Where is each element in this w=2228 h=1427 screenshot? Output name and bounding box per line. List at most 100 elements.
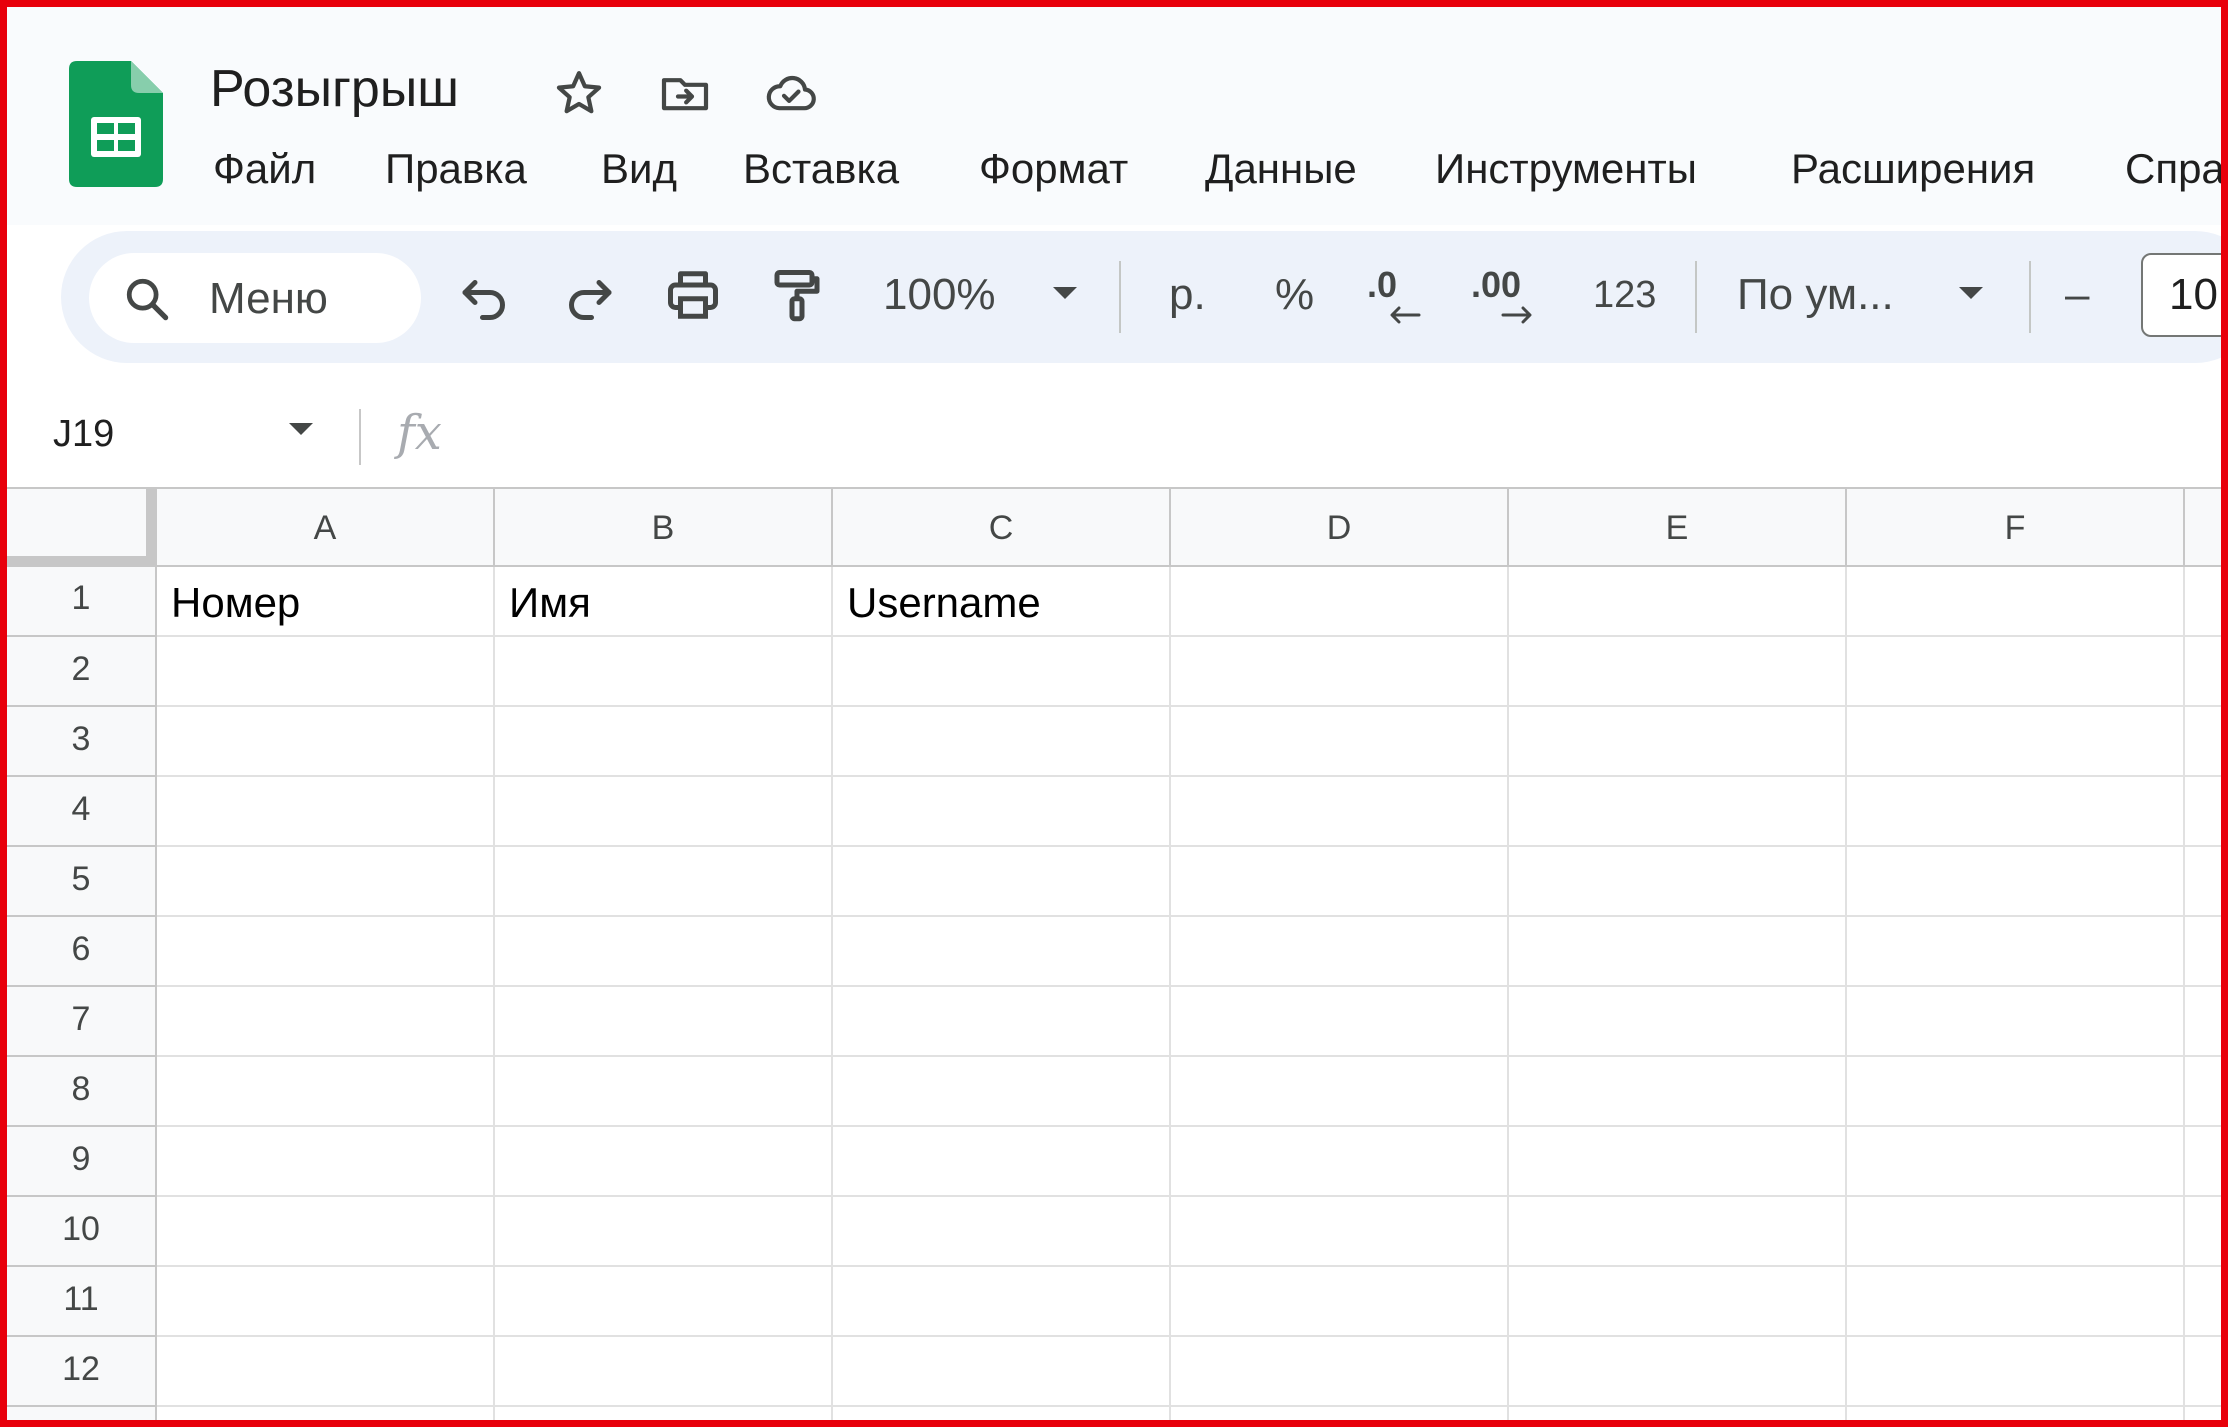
cell-e1[interactable] <box>1509 567 1847 637</box>
cell-next8[interactable] <box>2185 1057 2221 1127</box>
row-header-11[interactable]: 11 <box>7 1267 157 1337</box>
cell-next3[interactable] <box>2185 707 2221 777</box>
cell-a11[interactable] <box>157 1267 495 1337</box>
cell-f6[interactable] <box>1847 917 2185 987</box>
column-header-e[interactable]: E <box>1509 489 1847 567</box>
row-header-13[interactable]: 13 <box>7 1407 157 1420</box>
cell-next2[interactable] <box>2185 637 2221 707</box>
column-header-partial[interactable] <box>2185 489 2221 567</box>
cell-next11[interactable] <box>2185 1267 2221 1337</box>
star-icon[interactable] <box>551 65 607 121</box>
cell-e5[interactable] <box>1509 847 1847 917</box>
font-family-select[interactable]: По ум... <box>1737 267 1894 323</box>
google-sheets-icon[interactable] <box>69 61 163 187</box>
cell-d5[interactable] <box>1171 847 1509 917</box>
row-header-6[interactable]: 6 <box>7 917 157 987</box>
row-header-3[interactable]: 3 <box>7 707 157 777</box>
cell-f7[interactable] <box>1847 987 2185 1057</box>
zoom-value[interactable]: 100% <box>883 267 996 323</box>
cell-c11[interactable] <box>833 1267 1171 1337</box>
menu-extensions[interactable]: Расширения <box>1791 141 2035 197</box>
cell-e9[interactable] <box>1509 1127 1847 1197</box>
cell-next12[interactable] <box>2185 1337 2221 1407</box>
cell-b5[interactable] <box>495 847 833 917</box>
row-header-5[interactable]: 5 <box>7 847 157 917</box>
column-header-f[interactable]: F <box>1847 489 2185 567</box>
name-box-dropdown-icon[interactable] <box>287 421 315 442</box>
row-header-9[interactable]: 9 <box>7 1127 157 1197</box>
cloud-saved-icon[interactable] <box>763 65 819 121</box>
column-header-a[interactable]: A <box>157 489 495 567</box>
cell-c1[interactable]: Username <box>833 567 1171 637</box>
cell-f10[interactable] <box>1847 1197 2185 1267</box>
cell-b6[interactable] <box>495 917 833 987</box>
cell-c5[interactable] <box>833 847 1171 917</box>
cell-d3[interactable] <box>1171 707 1509 777</box>
cell-e10[interactable] <box>1509 1197 1847 1267</box>
cell-e7[interactable] <box>1509 987 1847 1057</box>
number-format-button[interactable]: 123 <box>1593 267 1656 323</box>
cell-c10[interactable] <box>833 1197 1171 1267</box>
cell-d11[interactable] <box>1171 1267 1509 1337</box>
zoom-dropdown-icon[interactable] <box>1051 285 1079 301</box>
column-header-b[interactable]: B <box>495 489 833 567</box>
cell-next1[interactable] <box>2185 567 2221 637</box>
cell-a2[interactable] <box>157 637 495 707</box>
cell-e2[interactable] <box>1509 637 1847 707</box>
cell-f13[interactable] <box>1847 1407 2185 1420</box>
row-header-4[interactable]: 4 <box>7 777 157 847</box>
cell-b13[interactable] <box>495 1407 833 1420</box>
cell-c4[interactable] <box>833 777 1171 847</box>
cell-e8[interactable] <box>1509 1057 1847 1127</box>
cell-d9[interactable] <box>1171 1127 1509 1197</box>
cell-a3[interactable] <box>157 707 495 777</box>
cell-c2[interactable] <box>833 637 1171 707</box>
cell-a5[interactable] <box>157 847 495 917</box>
cell-d13[interactable] <box>1171 1407 1509 1420</box>
row-header-10[interactable]: 10 <box>7 1197 157 1267</box>
cell-b12[interactable] <box>495 1337 833 1407</box>
row-header-8[interactable]: 8 <box>7 1057 157 1127</box>
cell-c6[interactable] <box>833 917 1171 987</box>
percent-format-button[interactable]: % <box>1275 267 1314 323</box>
menu-data[interactable]: Данные <box>1205 141 1357 197</box>
paint-format-icon[interactable] <box>767 265 827 325</box>
cell-b4[interactable] <box>495 777 833 847</box>
cell-b2[interactable] <box>495 637 833 707</box>
cell-a4[interactable] <box>157 777 495 847</box>
cell-f3[interactable] <box>1847 707 2185 777</box>
cell-next6[interactable] <box>2185 917 2221 987</box>
cell-a13[interactable] <box>157 1407 495 1420</box>
cell-d1[interactable] <box>1171 567 1509 637</box>
cell-e6[interactable] <box>1509 917 1847 987</box>
cell-b7[interactable] <box>495 987 833 1057</box>
column-header-c[interactable]: C <box>833 489 1171 567</box>
cell-next9[interactable] <box>2185 1127 2221 1197</box>
cell-b3[interactable] <box>495 707 833 777</box>
menu-file[interactable]: Файл <box>213 141 316 197</box>
menu-insert[interactable]: Вставка <box>743 141 899 197</box>
cell-f11[interactable] <box>1847 1267 2185 1337</box>
row-header-2[interactable]: 2 <box>7 637 157 707</box>
cell-b1[interactable]: Имя <box>495 567 833 637</box>
cell-f4[interactable] <box>1847 777 2185 847</box>
search-menus-button[interactable]: Меню <box>89 253 421 343</box>
font-size-decrease-button[interactable]: – <box>2065 267 2089 323</box>
cell-c7[interactable] <box>833 987 1171 1057</box>
cell-a7[interactable] <box>157 987 495 1057</box>
cell-next5[interactable] <box>2185 847 2221 917</box>
cell-d7[interactable] <box>1171 987 1509 1057</box>
cell-f9[interactable] <box>1847 1127 2185 1197</box>
cell-d12[interactable] <box>1171 1337 1509 1407</box>
cell-f1[interactable] <box>1847 567 2185 637</box>
row-header-12[interactable]: 12 <box>7 1337 157 1407</box>
cell-e3[interactable] <box>1509 707 1847 777</box>
cell-d6[interactable] <box>1171 917 1509 987</box>
cell-a1[interactable]: Номер <box>157 567 495 637</box>
cell-c13[interactable] <box>833 1407 1171 1420</box>
cell-e4[interactable] <box>1509 777 1847 847</box>
menu-view[interactable]: Вид <box>601 141 677 197</box>
row-header-7[interactable]: 7 <box>7 987 157 1057</box>
cell-b11[interactable] <box>495 1267 833 1337</box>
cell-a12[interactable] <box>157 1337 495 1407</box>
